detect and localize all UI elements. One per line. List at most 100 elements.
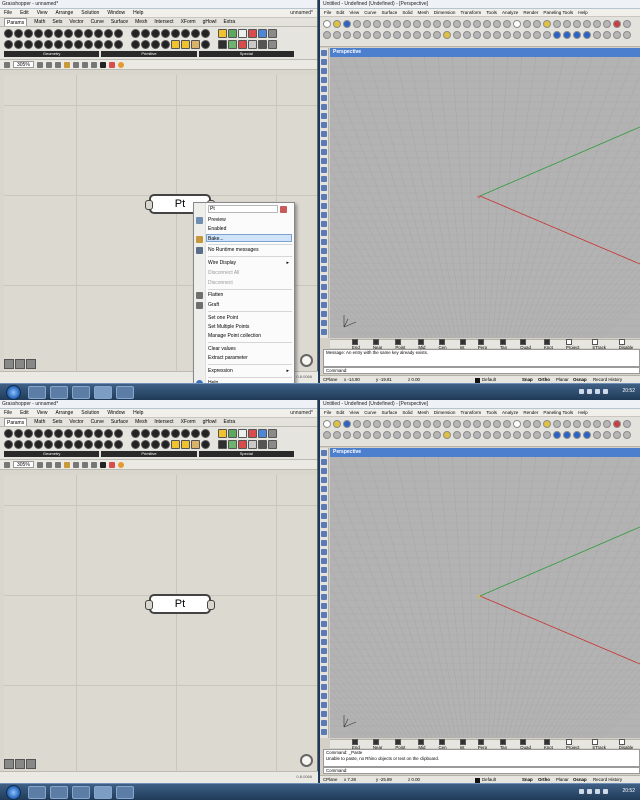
param-icon[interactable]: [84, 29, 93, 38]
tool-icon[interactable]: [473, 431, 481, 439]
tool-icon[interactable]: [463, 431, 471, 439]
menu-flatten[interactable]: Flatten: [208, 291, 292, 299]
taskbar-clock[interactable]: 20:52: [622, 788, 635, 794]
rhino-menu-tools[interactable]: Tools: [486, 409, 497, 416]
osnap-disable[interactable]: Disable: [619, 339, 640, 350]
special-icon[interactable]: [268, 29, 277, 38]
tab-math[interactable]: Math: [34, 418, 45, 426]
trim-tool-icon[interactable]: [321, 603, 327, 609]
render-tool-icon[interactable]: [321, 720, 327, 726]
param-icon[interactable]: [114, 40, 123, 49]
folder-icon[interactable]: [63, 461, 70, 468]
param-icon[interactable]: [151, 429, 160, 438]
tab-ghowl[interactable]: gHowl: [203, 418, 217, 426]
zoom-window-icon[interactable]: [443, 420, 451, 428]
transform-tool-icon[interactable]: [321, 176, 327, 182]
param-icon[interactable]: [161, 429, 170, 438]
rhino-menu-curve[interactable]: Curve: [364, 9, 376, 16]
osnap-int[interactable]: Int: [460, 739, 472, 750]
zoom-selected-icon[interactable]: [463, 20, 471, 28]
zoom-icon[interactable]: [36, 461, 43, 468]
tray-icon[interactable]: [603, 389, 608, 394]
special-icon[interactable]: [218, 429, 227, 438]
osnap-cen[interactable]: Cen: [439, 339, 454, 350]
rhino-menu-mesh[interactable]: Mesh: [418, 409, 429, 416]
tab-ghowl[interactable]: gHowl: [203, 18, 217, 26]
param-icon[interactable]: [191, 40, 200, 49]
osnap-point[interactable]: Point: [395, 339, 412, 350]
zoom-icon[interactable]: [433, 20, 441, 28]
cut-icon[interactable]: [363, 20, 371, 28]
special-icon[interactable]: [248, 40, 257, 49]
tool-icon[interactable]: [443, 31, 451, 39]
dimension-tool-icon[interactable]: [321, 567, 327, 573]
scale-tool-icon[interactable]: [321, 275, 327, 281]
tab-xform[interactable]: XForm: [181, 18, 196, 26]
param-icon[interactable]: [44, 440, 53, 449]
group-tool-icon[interactable]: [321, 221, 327, 227]
tool-icon[interactable]: [623, 420, 631, 428]
param-icon[interactable]: [201, 440, 210, 449]
undo-icon[interactable]: [393, 420, 401, 428]
stop-icon[interactable]: [108, 461, 115, 468]
rectangle-tool-icon[interactable]: [321, 113, 327, 119]
param-icon[interactable]: [171, 29, 180, 38]
tab-vector[interactable]: Vector: [69, 18, 83, 26]
tool-icon[interactable]: [583, 31, 591, 39]
mesh-tool-icon[interactable]: [321, 549, 327, 555]
param-icon[interactable]: [64, 29, 73, 38]
menu-extract-parameter[interactable]: Extract parameter: [208, 354, 292, 362]
paste-icon[interactable]: [383, 420, 391, 428]
param-icon[interactable]: [74, 29, 83, 38]
mirror-tool-icon[interactable]: [321, 666, 327, 672]
taskbar-explorer-icon[interactable]: [28, 786, 46, 799]
param-icon[interactable]: [34, 40, 43, 49]
rhino-menu-file[interactable]: File: [324, 9, 331, 16]
tab-extra[interactable]: Extra: [223, 18, 235, 26]
fillet-tool-icon[interactable]: [321, 239, 327, 245]
param-icon[interactable]: [84, 429, 93, 438]
rhino-menu-view[interactable]: View: [349, 9, 359, 16]
param-icon[interactable]: [34, 429, 43, 438]
taskbar-app-icon[interactable]: [50, 386, 68, 399]
render-icon[interactable]: [613, 420, 621, 428]
tool-icon[interactable]: [503, 431, 511, 439]
special-icon[interactable]: [258, 440, 267, 449]
redo-icon[interactable]: [403, 20, 411, 28]
scale-tool-icon[interactable]: [321, 675, 327, 681]
rhino-menu-tools[interactable]: Tools: [486, 9, 497, 16]
split-tool-icon[interactable]: [321, 612, 327, 618]
param-icon[interactable]: [94, 40, 103, 49]
rhino-menu-paneling-tools[interactable]: Paneling Tools: [543, 9, 573, 16]
osnap-strack[interactable]: STrack: [592, 339, 612, 350]
dimension-tool-icon[interactable]: [321, 167, 327, 173]
menu-runtime-messages[interactable]: No Runtime messages: [208, 246, 292, 254]
menu-bake[interactable]: Bake...: [206, 234, 292, 242]
preview-icon[interactable]: [81, 61, 88, 68]
param-icon[interactable]: [151, 40, 160, 49]
zoom-extents-icon[interactable]: [453, 20, 461, 28]
param-icon[interactable]: [54, 429, 63, 438]
eye-icon[interactable]: [54, 61, 61, 68]
menu-set-multiple-points[interactable]: Set Multiple Points: [208, 323, 292, 331]
osnap-knot[interactable]: Knot: [544, 339, 560, 350]
tab-mesh[interactable]: Mesh: [135, 18, 147, 26]
param-icon[interactable]: [44, 40, 53, 49]
tool-icon[interactable]: [573, 431, 581, 439]
tool-icon[interactable]: [333, 431, 341, 439]
param-icon[interactable]: [74, 429, 83, 438]
move-tool-icon[interactable]: [321, 693, 327, 699]
param-icon[interactable]: [191, 429, 200, 438]
tool-icon[interactable]: [523, 431, 531, 439]
navigation-dial[interactable]: [300, 754, 313, 767]
param-icon[interactable]: [171, 429, 180, 438]
array-tool-icon[interactable]: [321, 657, 327, 663]
tool-icon[interactable]: [563, 431, 571, 439]
sphere-icon[interactable]: [117, 61, 124, 68]
tool-icon[interactable]: [423, 431, 431, 439]
play-icon[interactable]: [99, 461, 106, 468]
param-icon[interactable]: [171, 440, 180, 449]
param-icon[interactable]: [114, 429, 123, 438]
redo-icon[interactable]: [403, 420, 411, 428]
tool-icon[interactable]: [613, 431, 621, 439]
